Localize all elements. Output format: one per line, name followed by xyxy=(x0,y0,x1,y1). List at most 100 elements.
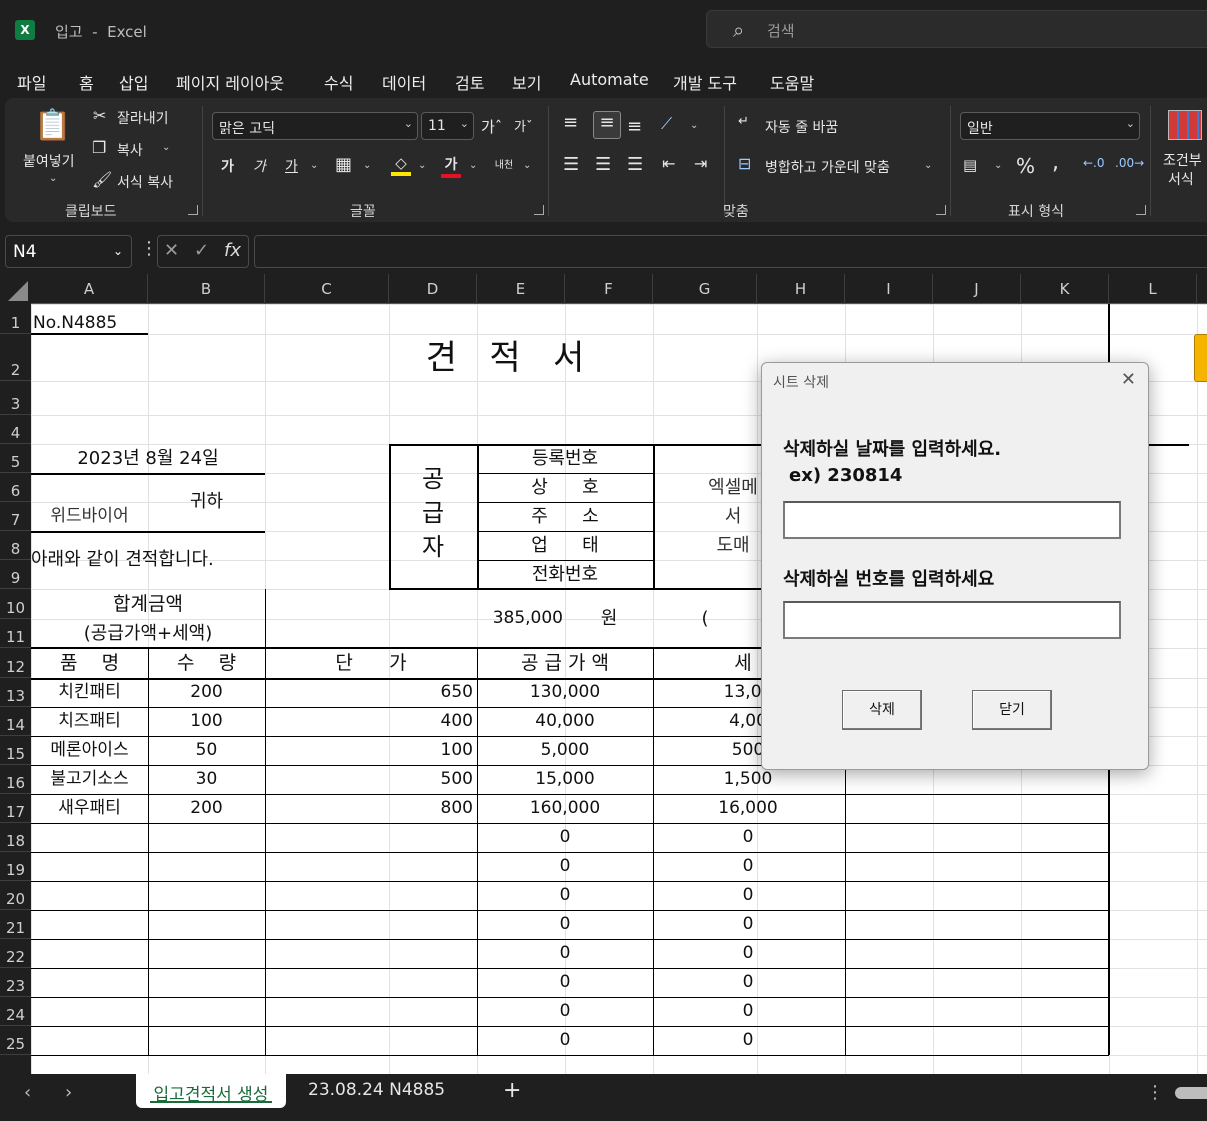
column-header-b[interactable]: B xyxy=(148,274,265,304)
sheet-tab-2[interactable]: 23.08.24 N4885 xyxy=(308,1074,445,1108)
column-header-e[interactable]: E xyxy=(477,274,565,304)
select-all-button[interactable] xyxy=(0,274,31,304)
close-icon[interactable]: ✕ xyxy=(1121,369,1136,390)
column-header-i[interactable]: I xyxy=(845,274,933,304)
tab-view[interactable]: 보기 xyxy=(512,70,541,94)
italic-button[interactable]: 가 xyxy=(253,156,266,176)
column-header-g[interactable]: G xyxy=(653,274,757,304)
more-options-icon[interactable]: ⋮ xyxy=(1146,1082,1164,1103)
row-header[interactable]: 4 xyxy=(0,415,31,444)
comma-button[interactable]: , xyxy=(1052,150,1059,175)
fill-color-dropdown-icon[interactable]: ⌄ xyxy=(418,160,426,171)
row-header[interactable]: 15 xyxy=(0,736,31,765)
copy-button[interactable]: 복사 xyxy=(117,140,143,160)
sheet-tab-active[interactable]: 입고견적서 생성 xyxy=(136,1074,286,1108)
number-launcher-icon[interactable] xyxy=(1136,205,1146,215)
row-header[interactable]: 2 xyxy=(0,334,31,381)
tab-home[interactable]: 홈 xyxy=(79,70,94,102)
align-top-icon[interactable]: ≡ xyxy=(563,112,578,133)
insert-function-icon[interactable]: fx xyxy=(224,240,241,261)
next-sheet-icon[interactable]: › xyxy=(65,1082,72,1103)
number-format-select[interactable]: 일반 ⌄ xyxy=(960,112,1140,140)
merge-center-icon[interactable]: ⊟ xyxy=(738,154,751,173)
bold-button[interactable]: 가 xyxy=(221,156,234,176)
wrap-text-button[interactable]: 자동 줄 바꿈 xyxy=(765,117,838,137)
underline-button[interactable]: 가 xyxy=(285,156,298,176)
row-header[interactable]: 10 xyxy=(0,589,31,619)
paste-button[interactable]: 붙여넣기 xyxy=(23,151,75,171)
conditional-format-label-2[interactable]: 서식 xyxy=(1168,169,1194,189)
row-header[interactable]: 21 xyxy=(0,910,31,939)
fill-color-icon[interactable]: ◇ xyxy=(391,154,411,176)
align-center-icon[interactable]: ☰ xyxy=(595,154,611,175)
column-header-f[interactable]: F xyxy=(565,274,653,304)
conditional-format-label-1[interactable]: 조건부 xyxy=(1163,150,1202,170)
row-header[interactable]: 8 xyxy=(0,531,31,560)
column-header-k[interactable]: K xyxy=(1021,274,1109,304)
previous-sheet-icon[interactable]: ‹ xyxy=(24,1082,31,1103)
align-right-icon[interactable]: ☰ xyxy=(627,154,643,175)
row-header[interactable]: 11 xyxy=(0,619,31,648)
column-header-c[interactable]: C xyxy=(265,274,389,304)
grow-font-icon[interactable]: 가ˆ xyxy=(481,116,502,137)
column-header-h[interactable]: H xyxy=(757,274,845,304)
align-bottom-icon[interactable]: ≡ xyxy=(627,116,642,137)
cut-icon[interactable]: ✂ xyxy=(93,106,106,125)
formula-input[interactable] xyxy=(254,235,1207,268)
date-input[interactable] xyxy=(783,501,1121,539)
row-header[interactable]: 3 xyxy=(0,381,31,415)
font-size-select[interactable]: 11 ⌄ xyxy=(421,112,474,140)
horizontal-scrollbar[interactable] xyxy=(1175,1087,1207,1099)
underline-dropdown-icon[interactable]: ⌄ xyxy=(310,160,318,171)
clipboard-launcher-icon[interactable] xyxy=(188,205,198,215)
format-painter-button[interactable]: 서식 복사 xyxy=(117,172,173,192)
row-header[interactable]: 12 xyxy=(0,648,31,678)
border-icon[interactable]: ▦ xyxy=(335,154,352,175)
accounting-dropdown-icon[interactable]: ⌄ xyxy=(994,160,1002,171)
cancel-icon[interactable]: ✕ xyxy=(164,240,179,261)
row-header[interactable]: 9 xyxy=(0,560,31,589)
row-header[interactable]: 17 xyxy=(0,794,31,823)
name-box[interactable]: N4 ⌄ xyxy=(5,235,132,268)
more-options-icon[interactable]: ⋮ xyxy=(140,238,158,259)
column-header-j[interactable]: J xyxy=(933,274,1021,304)
tab-developer[interactable]: 개발 도구 xyxy=(673,70,737,94)
merge-center-button[interactable]: 병합하고 가운데 맞춤 xyxy=(765,157,890,177)
tab-file[interactable]: 파일 xyxy=(17,70,46,94)
add-sheet-icon[interactable]: + xyxy=(503,1078,521,1103)
phonetic-button[interactable]: 내천 xyxy=(493,156,515,171)
merge-dropdown-icon[interactable]: ⌄ xyxy=(924,160,932,171)
tab-formulas[interactable]: 수식 xyxy=(324,70,353,94)
decrease-decimal-icon[interactable]: .00→ xyxy=(1115,156,1144,170)
tab-insert[interactable]: 삽입 xyxy=(119,70,148,94)
column-header-a[interactable]: A xyxy=(31,274,148,304)
row-header[interactable]: 20 xyxy=(0,881,31,910)
row-header[interactable]: 7 xyxy=(0,502,31,531)
phonetic-dropdown-icon[interactable]: ⌄ xyxy=(523,160,531,171)
format-painter-icon[interactable]: 🖌 xyxy=(92,170,112,189)
percent-button[interactable]: % xyxy=(1016,154,1035,178)
wrap-text-icon[interactable]: ↵ xyxy=(738,114,749,129)
cut-button[interactable]: 잘라내기 xyxy=(117,108,169,128)
shape-button[interactable] xyxy=(1194,334,1207,382)
row-header[interactable]: 22 xyxy=(0,939,31,968)
paste-icon[interactable]: 📋 xyxy=(33,108,73,146)
row-header[interactable]: 1 xyxy=(0,304,31,334)
tab-help[interactable]: 도움말 xyxy=(770,70,814,94)
paste-dropdown-icon[interactable]: ⌄ xyxy=(49,173,57,184)
close-button[interactable]: 닫기 xyxy=(972,690,1052,730)
search-box[interactable]: ⌕ 검색 xyxy=(706,10,1207,48)
border-dropdown-icon[interactable]: ⌄ xyxy=(363,160,371,171)
orientation-icon[interactable]: ⟋ xyxy=(661,114,672,134)
copy-dropdown-icon[interactable]: ⌄ xyxy=(162,142,170,153)
number-input[interactable] xyxy=(783,601,1121,639)
column-header-l[interactable]: L xyxy=(1109,274,1197,304)
enter-icon[interactable]: ✓ xyxy=(194,240,209,261)
alignment-launcher-icon[interactable] xyxy=(936,205,946,215)
tab-automate[interactable]: Automate xyxy=(570,70,649,89)
row-header[interactable]: 6 xyxy=(0,473,31,502)
row-header[interactable]: 16 xyxy=(0,765,31,794)
row-header[interactable]: 14 xyxy=(0,707,31,736)
conditional-format-icon[interactable] xyxy=(1168,110,1202,140)
row-header[interactable]: 5 xyxy=(0,444,31,473)
